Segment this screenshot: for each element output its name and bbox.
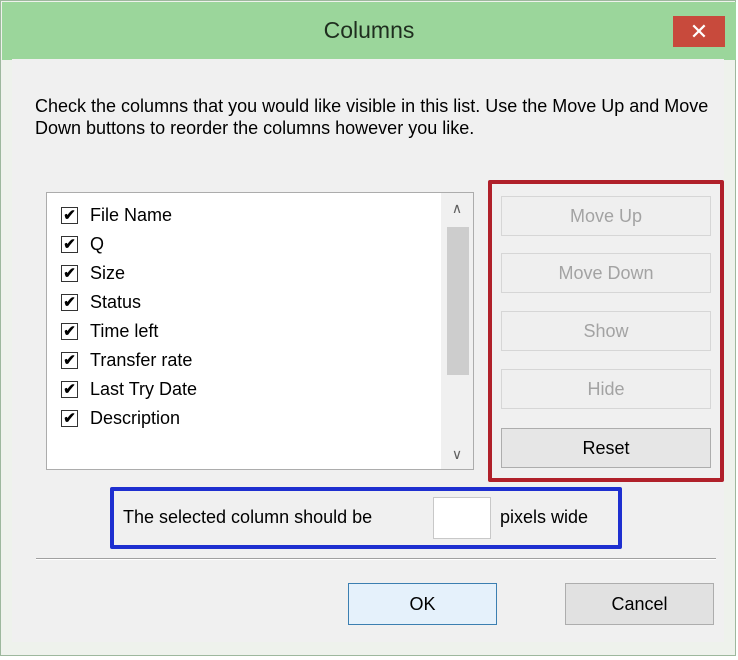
list-item-label: Time left	[90, 320, 159, 341]
checkbox-time-left[interactable]: ✔	[61, 322, 78, 340]
list-item-label: File Name	[90, 204, 173, 225]
list-item-status[interactable]: ✔ Status	[61, 288, 141, 316]
list-item-label: Transfer rate	[90, 349, 193, 370]
close-icon: ✕	[689, 19, 709, 44]
list-item-transfer-rate[interactable]: ✔ Transfer rate	[61, 346, 192, 374]
ok-button[interactable]: OK	[348, 583, 497, 625]
checkmark-icon: ✔	[63, 235, 76, 253]
list-item-size[interactable]: ✔ Size	[61, 259, 125, 287]
dialog-title: Columns	[323, 17, 415, 43]
checkbox-q[interactable]: ✔	[61, 235, 78, 253]
checkbox-file-name[interactable]: ✔	[61, 206, 78, 224]
title-bar[interactable]: Columns	[2, 2, 736, 60]
checkmark-icon: ✔	[63, 206, 76, 224]
move-down-button[interactable]: Move Down	[501, 253, 711, 293]
checkmark-icon: ✔	[63, 293, 76, 311]
column-width-unit-label: pixels wide	[500, 507, 589, 527]
checkmark-icon: ✔	[63, 351, 76, 369]
list-item-description[interactable]: ✔ Description	[61, 404, 180, 432]
checkmark-icon: ✔	[63, 409, 76, 427]
columns-listbox[interactable]: ✔ File Name ✔ Q ✔ Size ✔ Status ✔ Time l…	[46, 192, 474, 470]
scroll-up-button[interactable]: ∧	[441, 193, 473, 223]
list-item-label: Q	[90, 233, 105, 254]
list-item-label: Status	[90, 291, 142, 312]
move-up-button[interactable]: Move Up	[501, 196, 711, 236]
checkbox-status[interactable]: ✔	[61, 293, 78, 311]
checkbox-transfer-rate[interactable]: ✔	[61, 351, 78, 369]
column-width-input[interactable]	[433, 497, 491, 539]
scroll-thumb[interactable]	[447, 227, 469, 375]
checkbox-last-try-date[interactable]: ✔	[61, 380, 78, 398]
list-item-file-name[interactable]: ✔ File Name	[61, 201, 172, 229]
list-item-label: Last Try Date	[90, 378, 198, 399]
list-item-q[interactable]: ✔ Q	[61, 230, 104, 258]
checkmark-icon: ✔	[63, 380, 76, 398]
show-button[interactable]: Show	[501, 311, 711, 351]
checkbox-description[interactable]: ✔	[61, 409, 78, 427]
checkmark-icon: ✔	[63, 322, 76, 340]
close-button[interactable]: ✕	[673, 16, 725, 47]
chevron-up-icon: ∧	[451, 200, 463, 216]
chevron-down-icon: ∨	[451, 446, 463, 462]
reset-button[interactable]: Reset	[501, 428, 711, 468]
instruction-text: Check the columns that you would like vi…	[35, 96, 709, 138]
list-item-time-left[interactable]: ✔ Time left	[61, 317, 158, 345]
list-scrollbar[interactable]: ∧ ∨	[441, 193, 473, 469]
column-width-label: The selected column should be	[123, 507, 373, 527]
list-item-label: Size	[90, 262, 126, 283]
list-item-label: Description	[90, 407, 181, 428]
footer-separator	[36, 558, 716, 560]
checkmark-icon: ✔	[63, 264, 76, 282]
scroll-down-button[interactable]: ∨	[441, 439, 473, 469]
checkbox-size[interactable]: ✔	[61, 264, 78, 282]
hide-button[interactable]: Hide	[501, 369, 711, 409]
cancel-button[interactable]: Cancel	[565, 583, 714, 625]
list-item-last-try-date[interactable]: ✔ Last Try Date	[61, 375, 197, 403]
